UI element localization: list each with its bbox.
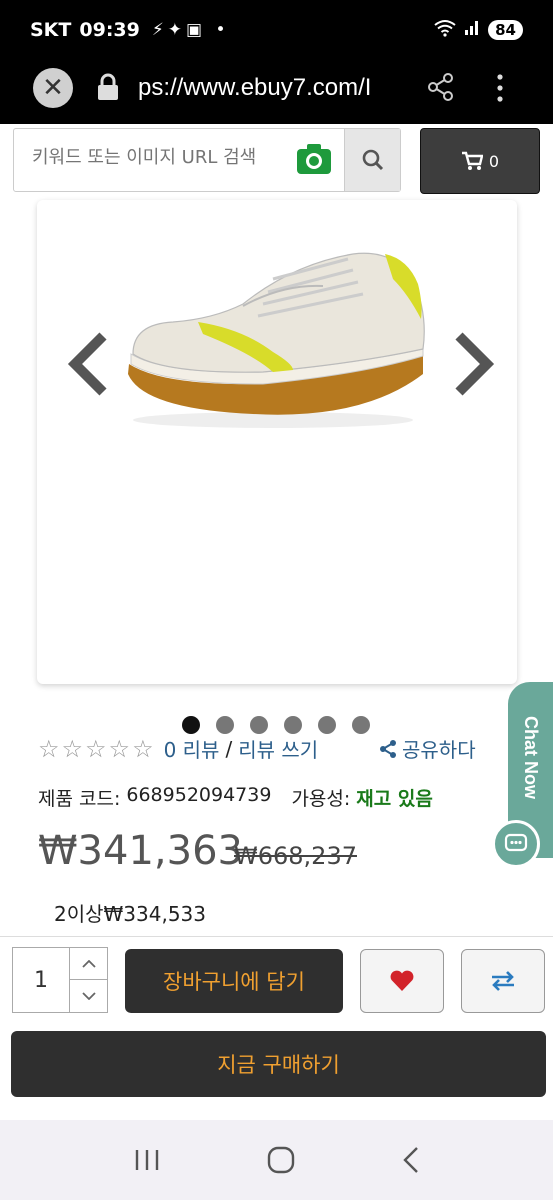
tier-price: 2이상₩334,533 xyxy=(54,902,207,926)
rating-row: ☆☆☆☆☆ 0 리뷰 / 리뷰 쓰기 xyxy=(38,734,318,763)
lock-icon xyxy=(98,73,118,100)
chevron-down-icon xyxy=(82,992,96,1000)
next-slide-arrow[interactable] xyxy=(451,332,495,396)
availability-label: 가용성: xyxy=(291,788,351,810)
quantity-stepper: 1 xyxy=(12,947,108,1013)
search-button[interactable] xyxy=(344,129,400,191)
signal-icon xyxy=(464,20,480,40)
slide-dot[interactable] xyxy=(318,716,336,734)
browser-url-bar: ✕ ps://www.ebuy7.com/I xyxy=(0,60,553,124)
cart-icon xyxy=(461,151,483,170)
gallery-pagination xyxy=(182,716,370,734)
search-box xyxy=(13,128,401,192)
quantity-decrease-button[interactable] xyxy=(69,980,108,1012)
wishlist-button[interactable] xyxy=(360,949,444,1013)
search-icon xyxy=(362,149,383,171)
share-link[interactable]: 공유하다 xyxy=(378,734,476,763)
availability-status: 재고 있음 xyxy=(356,788,433,810)
review-separator: / xyxy=(225,736,233,761)
notification-icons: ⚡✦▣ • xyxy=(151,20,230,40)
chat-bubble-button[interactable] xyxy=(492,820,540,868)
chevron-up-icon xyxy=(82,959,96,968)
write-review-link[interactable]: 리뷰 쓰기 xyxy=(238,734,318,763)
system-navigation-bar xyxy=(0,1120,553,1200)
battery-indicator: 84 xyxy=(488,20,523,40)
slide-dot[interactable] xyxy=(216,716,234,734)
url-text[interactable]: ps://www.ebuy7.com/I xyxy=(138,74,404,102)
camera-icon[interactable] xyxy=(296,143,332,175)
clock: 09:39 xyxy=(79,19,140,41)
swap-arrows-icon xyxy=(492,971,514,991)
back-icon[interactable] xyxy=(402,1146,420,1174)
review-count-link[interactable]: 0 리뷰 xyxy=(164,734,220,763)
product-code-label: 제품 코드: xyxy=(38,788,121,810)
close-icon: ✕ xyxy=(42,73,64,103)
star-rating: ☆☆☆☆☆ xyxy=(38,734,156,763)
buy-now-button[interactable]: 지금 구매하기 xyxy=(11,1031,546,1097)
more-menu-icon[interactable] xyxy=(492,72,508,104)
home-icon[interactable] xyxy=(267,1146,295,1174)
product-code-row: 제품 코드: 668952094739 가용성: 재고 있음 xyxy=(38,784,433,811)
heart-icon xyxy=(390,970,414,991)
product-image[interactable] xyxy=(123,224,433,434)
wifi-icon xyxy=(434,19,456,41)
chat-now-label: Chat Now xyxy=(521,716,541,799)
purchase-action-bar: 1 장바구니에 담기 지금 구매하기 xyxy=(0,936,553,1120)
product-gallery xyxy=(37,200,517,684)
product-code: 668952094739 xyxy=(126,784,272,806)
slide-dot[interactable] xyxy=(250,716,268,734)
chat-icon xyxy=(504,833,528,852)
compare-button[interactable] xyxy=(461,949,545,1013)
original-price: ₩668,237 xyxy=(234,842,357,870)
share-icon[interactable] xyxy=(426,72,456,102)
close-tab-button[interactable]: ✕ xyxy=(33,68,73,108)
quantity-increase-button[interactable] xyxy=(69,948,108,980)
share-icon xyxy=(380,739,396,758)
slide-dot[interactable] xyxy=(284,716,302,734)
status-bar: SKT 09:39 ⚡✦▣ • 84 xyxy=(0,0,553,60)
current-price: ₩341,363 xyxy=(38,828,243,874)
carrier-label: SKT xyxy=(30,19,72,41)
add-to-cart-button[interactable]: 장바구니에 담기 xyxy=(125,949,343,1013)
search-input[interactable] xyxy=(32,147,292,168)
status-right: 84 xyxy=(434,19,523,41)
recent-apps-icon[interactable] xyxy=(134,1148,160,1172)
quantity-value[interactable]: 1 xyxy=(13,948,69,1012)
cart-count: 0 xyxy=(488,151,500,171)
slide-dot[interactable] xyxy=(352,716,370,734)
cart-button[interactable]: 0 xyxy=(420,128,540,194)
slide-dot[interactable] xyxy=(182,716,200,734)
share-label: 공유하다 xyxy=(402,738,476,762)
previous-slide-arrow[interactable] xyxy=(67,332,111,396)
